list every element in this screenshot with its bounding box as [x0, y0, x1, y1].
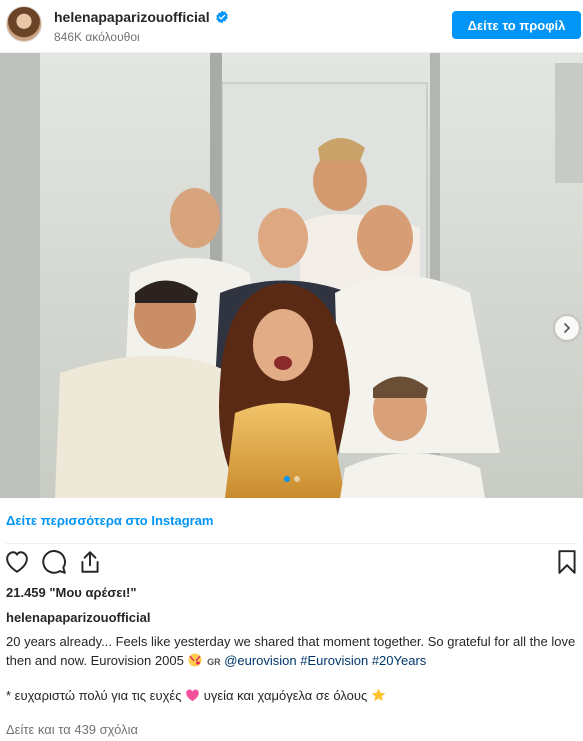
hashtag-20years[interactable]: #20Years [372, 653, 426, 668]
greek-text-2: υγεία και χαμόγελα σε όλους [203, 688, 368, 703]
header-text: helenapaparizouofficial 846K ακόλουθοι [54, 9, 229, 44]
mention-eurovision[interactable]: @eurovision [224, 653, 296, 668]
view-comments-link[interactable]: Δείτε και τα 439 σχόλια [6, 722, 138, 737]
verified-icon [215, 10, 228, 24]
kiss-emoji-icon [188, 653, 202, 667]
username[interactable]: helenapaparizouofficial [54, 9, 210, 25]
caption-username[interactable]: helenapaparizouofficial [6, 610, 150, 625]
caption-greek: * ευχαριστώ πολύ για τις ευχές υγεία και… [6, 686, 576, 705]
divider [6, 543, 577, 544]
greek-text-1: * ευχαριστώ πολύ για τις ευχές [6, 688, 182, 703]
next-photo-button[interactable] [555, 316, 579, 340]
follower-count: 846K ακόλουθοι [54, 30, 140, 44]
pink-heart-emoji-icon [186, 689, 199, 702]
caption: 20 years already... Feels like yesterday… [6, 632, 576, 705]
see-more-instagram-link[interactable]: Δείτε περισσότερα στο Instagram [6, 513, 214, 528]
caption-english: 20 years already... Feels like yesterday… [6, 632, 576, 672]
flag-gr: GR [207, 657, 221, 667]
view-profile-button[interactable]: Δείτε το προφίλ [452, 11, 581, 39]
star-emoji-icon [371, 688, 386, 702]
like-count[interactable]: 21.459 "Μου αρέσει!" [6, 585, 137, 600]
share-icon[interactable] [77, 549, 103, 575]
carousel-dot-active [283, 476, 290, 482]
bookmark-icon[interactable] [554, 549, 580, 575]
carousel-dot [293, 476, 300, 482]
post-photo[interactable] [0, 53, 583, 498]
chevron-right-icon [564, 323, 571, 333]
username-row[interactable]: helenapaparizouofficial [54, 9, 229, 25]
post-actions [0, 549, 583, 577]
heart-icon[interactable] [4, 549, 30, 575]
hashtag-eurovision[interactable]: #Eurovision [300, 653, 368, 668]
avatar[interactable] [6, 6, 42, 42]
photo-illustration [0, 53, 583, 498]
post-header: helenapaparizouofficial 846K ακόλουθοι Δ… [0, 0, 583, 53]
carousel-dots [0, 476, 583, 482]
comment-icon[interactable] [41, 549, 67, 575]
